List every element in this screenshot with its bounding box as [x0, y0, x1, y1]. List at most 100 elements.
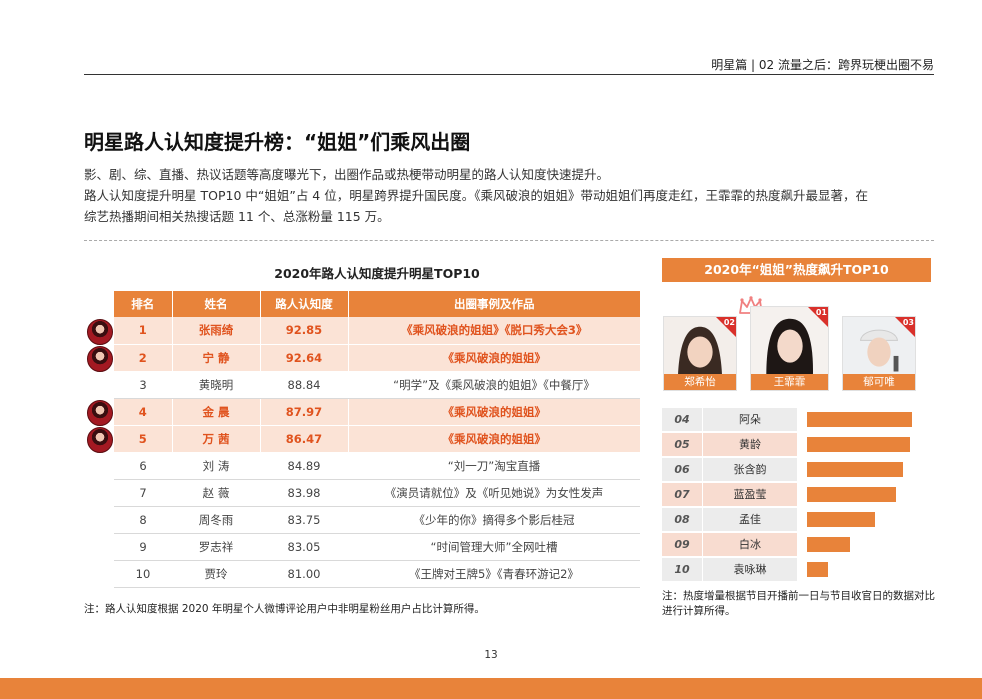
- cell-works: 《乘风破浪的姐姐》《脱口秀大会3》: [347, 317, 640, 345]
- intro-line: 影、剧、综、直播、热议话题等高度曝光下，出圈作品或热梗带动明星的路人认知度快速提…: [84, 167, 610, 182]
- cell-rank: 3: [114, 371, 172, 399]
- cell-score: 83.98: [260, 479, 348, 507]
- header-divider: [84, 74, 934, 75]
- hot-rank-row: 09 白冰: [662, 532, 932, 557]
- table-row: 10 贾玲 81.00 《王牌对王牌5》《青春环游记2》: [114, 560, 640, 588]
- cell-rank: 7: [114, 479, 172, 507]
- hot-rank-number: 05: [662, 433, 702, 456]
- rank-badge-number: 02: [723, 318, 735, 327]
- avatar-rank-5: [87, 427, 113, 453]
- table-row: 2宁 静 92.64 《乘风破浪的姐姐》: [114, 344, 640, 372]
- hot-rank-number: 06: [662, 458, 702, 481]
- table-row: 9 罗志祥 83.05 “时间管理大师”全网吐槽: [114, 533, 640, 561]
- cell-name: 刘 涛: [172, 452, 260, 480]
- hot-rank-bar: [807, 562, 828, 577]
- cell-score: 92.64: [259, 344, 348, 372]
- hot-rank-row: 05 黄龄: [662, 432, 932, 457]
- cell-score: 86.47: [259, 425, 348, 453]
- hot-rank-name: 张含韵: [703, 458, 797, 481]
- table-row: 8 周冬雨 83.75 《少年的你》摘得多个影后桂冠: [114, 506, 640, 534]
- hot-rank-number: 08: [662, 508, 702, 531]
- avatar-rank-2: [87, 346, 113, 372]
- column-header-name: 姓名: [171, 291, 260, 317]
- cell-score: 83.75: [260, 506, 348, 534]
- hot-rank-bar: [807, 462, 903, 477]
- hot-rank-number: 09: [662, 533, 702, 556]
- hot-rank-number: 04: [662, 408, 702, 431]
- section-divider: [84, 240, 934, 241]
- cell-name: 贾玲: [172, 560, 260, 588]
- cell-name: 宁 静: [171, 344, 260, 372]
- cell-name: 张雨绮: [171, 317, 260, 345]
- cell-name: 周冬雨: [172, 506, 260, 534]
- hot-rank-name: 袁咏琳: [703, 558, 797, 581]
- page-number: 13: [484, 649, 498, 661]
- ranking-table-title: 2020年路人认知度提升明星TOP10: [274, 266, 480, 281]
- cell-works: 《乘风破浪的姐姐》: [347, 398, 640, 426]
- hot-rank-number: 07: [662, 483, 702, 506]
- cell-works: 《演员请就位》及《听见她说》为女性发声: [348, 479, 640, 507]
- hot-rank-name: 黄龄: [703, 433, 797, 456]
- cell-works: 《少年的你》摘得多个影后桂冠: [348, 506, 640, 534]
- star-name-label: 郑希怡: [664, 374, 736, 390]
- hot-rank-bar: [807, 512, 875, 527]
- star-name-label: 郁可唯: [843, 374, 915, 390]
- hot-rank-row: 04 阿朵: [662, 407, 932, 432]
- page-title: 明星路人认知度提升榜：“姐姐”们乘风出圈: [84, 130, 471, 154]
- hot-rank-bar: [807, 437, 910, 452]
- cell-works: “刘一刀”淘宝直播: [348, 452, 640, 480]
- hot-rank-list: 04 阿朵 05 黄龄 06 张含韵 07 蓝盈莹 08 孟佳 09 白冰 10 袁咏琳: [662, 407, 932, 582]
- rank-badge-number: 01: [815, 308, 827, 317]
- hot-rank-row: 10 袁咏琳: [662, 557, 932, 582]
- cell-rank: 8: [114, 506, 172, 534]
- ranking-table: 排名 姓名 路人认知度 出圈事例及作品 1 张雨绮 92.85 《乘风破浪的姐姐》《脱…: [114, 291, 640, 588]
- hot-rank-row: 07 蓝盈莹: [662, 482, 932, 507]
- hot-rank-row: 06 张含韵: [662, 457, 932, 482]
- column-header-works: 出圈事例及作品: [347, 291, 640, 317]
- cell-name: 黄晓明: [172, 371, 260, 399]
- table-row: 6刘 涛 84.89 “刘一刀”淘宝直播: [114, 452, 640, 480]
- cell-rank: 10: [114, 560, 172, 588]
- table-row: 4金 晨 87.97 《乘风破浪的姐姐》: [114, 398, 640, 426]
- table-row: 1 张雨绮 92.85 《乘风破浪的姐姐》《脱口秀大会3》: [114, 317, 640, 345]
- cell-works: “明学”及《乘风破浪的姐姐》《中餐厅》: [348, 371, 640, 399]
- hot-rank-bar: [807, 487, 896, 502]
- cell-score: 87.97: [259, 398, 348, 426]
- intro-line: 路人认知度提升明星 TOP10 中“姐姐”占 4 位，明星跨界提升国民度。《乘风…: [84, 188, 868, 203]
- cell-works: 《乘风破浪的姐姐》: [347, 425, 640, 453]
- hot-rank-name: 白冰: [703, 533, 797, 556]
- intro-line: 综艺热播期间相关热搜话题 11 个、总涨粉量 115 万。: [84, 209, 390, 224]
- hot-rank-name: 阿朵: [703, 408, 797, 431]
- top3-card-2: 02 郑希怡: [663, 316, 737, 391]
- cell-name: 赵 薇: [172, 479, 260, 507]
- cell-score: 83.05: [260, 533, 348, 561]
- star-name-label: 王霏霏: [751, 374, 828, 390]
- hot-rank-footnote: 注：热度增量根据节目开播前一日与节目收官日的数据对比进行计算所得。: [662, 590, 935, 617]
- cell-rank: 2: [114, 344, 172, 372]
- cell-score: 88.84: [260, 371, 348, 399]
- top3-card-1: 01 王霏霏: [750, 306, 829, 391]
- top3-card-3: 03 郁可唯: [842, 316, 916, 391]
- cell-rank: 9: [114, 533, 172, 561]
- footer-bar: [0, 678, 982, 699]
- cell-rank: 5: [114, 425, 172, 453]
- cell-name: 金 晨: [171, 398, 260, 426]
- hot-rank-bar: [807, 412, 912, 427]
- cell-score: 92.85: [259, 317, 348, 345]
- rank-badge-number: 03: [902, 318, 914, 327]
- hot-rank-title: 2020年“姐姐”热度飙升TOP10: [662, 258, 931, 282]
- cell-rank: 1: [114, 317, 172, 345]
- hot-rank-bar: [807, 537, 850, 552]
- hot-rank-name: 孟佳: [703, 508, 797, 531]
- cell-rank: 4: [114, 398, 172, 426]
- cell-works: 《王牌对王牌5》《青春环游记2》: [348, 560, 640, 588]
- intro-paragraph: 影、剧、综、直播、热议话题等高度曝光下，出圈作品或热梗带动明星的路人认知度快速提…: [84, 164, 944, 227]
- cell-score: 81.00: [260, 560, 348, 588]
- breadcrumb: 明星篇 | 02 流量之后：跨界玩梗出圈不易: [711, 58, 934, 72]
- table-header-row: 排名 姓名 路人认知度 出圈事例及作品: [114, 291, 640, 317]
- cell-name: 罗志祥: [172, 533, 260, 561]
- column-header-score: 路人认知度: [259, 291, 348, 317]
- cell-works: “时间管理大师”全网吐槽: [348, 533, 640, 561]
- avatar-rank-4: [87, 400, 113, 426]
- hot-rank-row: 08 孟佳: [662, 507, 932, 532]
